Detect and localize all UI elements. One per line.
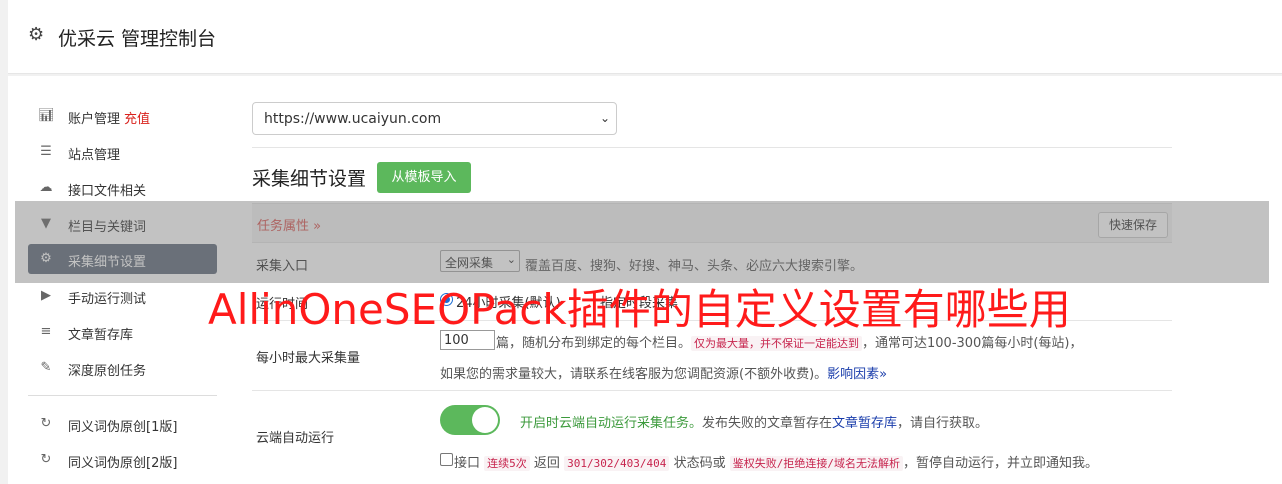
import-template-button[interactable]: 从模板导入 bbox=[377, 162, 471, 193]
article-store-link[interactable]: 文章暂存库 bbox=[832, 416, 897, 431]
sidebar-item-synonym-v2[interactable]: ↻ 同义词伪原创[2版] bbox=[28, 445, 217, 475]
sidebar-item-label: 同义词伪原创[1版] bbox=[68, 420, 178, 435]
sidebar-item-label: 深度原创任务 bbox=[68, 364, 147, 379]
sidebar-item-deep-original[interactable]: ✎ 深度原创任务 bbox=[28, 353, 217, 383]
code-consecutive: 连续5次 bbox=[484, 456, 530, 471]
page-title: 优采云 管理控制台 bbox=[58, 28, 217, 50]
cloud-run-text2: ，请自行获取。 bbox=[897, 416, 989, 431]
cloud-run-label: 云端自动运行 bbox=[256, 431, 335, 446]
top-header: ⚙ 优采云 管理控制台 bbox=[8, 0, 1282, 74]
pause-notify-text3: 返回 bbox=[533, 456, 560, 471]
code-errors: 鉴权失败/拒绝连接/域名无法解析 bbox=[729, 456, 903, 471]
pause-notify-checkbox[interactable] bbox=[440, 453, 453, 466]
section-title: 采集细节设置 bbox=[252, 168, 367, 190]
sidebar-item-synonym-v1[interactable]: ↻ 同义词伪原创[1版] bbox=[28, 409, 217, 439]
cloud-run-text1: 发布失败的文章暂存在 bbox=[702, 416, 833, 431]
sidebar-item-label: 账户管理 bbox=[68, 112, 121, 127]
max-per-hour-text2: ，通常可达100-300篇每小时(每站)， bbox=[862, 336, 1083, 351]
sidebar-item-label: 文章暂存库 bbox=[68, 328, 134, 343]
bar-chart-icon: 📊︎ bbox=[38, 108, 55, 123]
code-status: 301/302/403/404 bbox=[564, 456, 670, 471]
sidebar-item-sites[interactable]: ☰ 站点管理 bbox=[28, 137, 217, 167]
play-circle-icon: ▶ bbox=[41, 288, 51, 303]
influence-factors-link[interactable]: 影响因素 bbox=[827, 367, 879, 382]
refresh-icon: ↻ bbox=[40, 452, 52, 467]
sidebar-item-article-store[interactable]: ≡ 文章暂存库 bbox=[28, 317, 217, 347]
watermark-text: AllinOneSEOPack插件的自定义设置有哪些用 bbox=[208, 285, 1071, 334]
max-per-hour-text3: 如果您的需求量较大，请联系在线客服为您调配资源(不额外收费)。 bbox=[440, 367, 828, 382]
sidebar-item-label: 同义词伪原创[2版] bbox=[68, 456, 178, 471]
chevron-down-icon: » bbox=[879, 367, 888, 382]
row-divider bbox=[252, 390, 1172, 391]
max-per-hour-line2: 如果您的需求量较大，请联系在线客服为您调配资源(不额外收费)。影响因素» bbox=[440, 363, 887, 382]
max-per-hour-text1: 篇，随机分布到绑定的每个栏目。 bbox=[496, 336, 692, 351]
site-select-value: https://www.ucaiyun.com bbox=[264, 111, 442, 127]
sidebar-item-label: 站点管理 bbox=[68, 148, 121, 163]
database-icon: ≡ bbox=[40, 324, 52, 339]
sidebar-divider bbox=[28, 395, 217, 396]
recharge-link[interactable]: 充值 bbox=[124, 112, 150, 127]
sidebar-item-label: 接口文件相关 bbox=[68, 184, 147, 199]
gear-icon: ⚙ bbox=[28, 24, 45, 45]
pause-notify-text: 接口 连续5次 返回 301/302/403/404 状态码或 鉴权失败/拒绝连… bbox=[454, 452, 1098, 471]
max-per-hour-note: 仅为最大量，并不保证一定能达到 bbox=[691, 336, 863, 351]
pause-notify-prefix: 接口 bbox=[454, 456, 481, 471]
divider bbox=[252, 147, 1172, 148]
sidebar-item-account[interactable]: 📊︎ 账户管理 充值 bbox=[28, 101, 217, 131]
pause-notify-text5: ，暂停自动运行，并立即通知我。 bbox=[902, 456, 1098, 471]
sidebar-item-interface[interactable]: ☁ 接口文件相关 bbox=[28, 173, 217, 203]
chevron-down-icon: ⌄ bbox=[599, 111, 610, 125]
sidebar-item-manual-test[interactable]: ▶ 手动运行测试 bbox=[28, 281, 217, 311]
server-icon: ☰ bbox=[40, 144, 52, 159]
gray-overlay bbox=[15, 201, 1269, 283]
edit-icon: ✎ bbox=[40, 360, 52, 375]
cloud-run-green-text: 开启时云端自动运行采集任务。 bbox=[520, 416, 703, 431]
site-select[interactable]: https://www.ucaiyun.com ⌄ bbox=[252, 102, 617, 135]
toggle-knob bbox=[472, 407, 498, 433]
sidebar-item-label: 手动运行测试 bbox=[68, 292, 147, 307]
cloud-run-desc: 开启时云端自动运行采集任务。发布失败的文章暂存在文章暂存库，请自行获取。 bbox=[520, 412, 988, 431]
cloud-run-toggle[interactable] bbox=[440, 405, 500, 435]
cloud-upload-icon: ☁ bbox=[39, 180, 53, 195]
max-per-hour-label: 每小时最大采集量 bbox=[256, 351, 361, 366]
pause-notify-text4: 状态码或 bbox=[673, 456, 726, 471]
refresh-icon: ↻ bbox=[40, 416, 52, 431]
